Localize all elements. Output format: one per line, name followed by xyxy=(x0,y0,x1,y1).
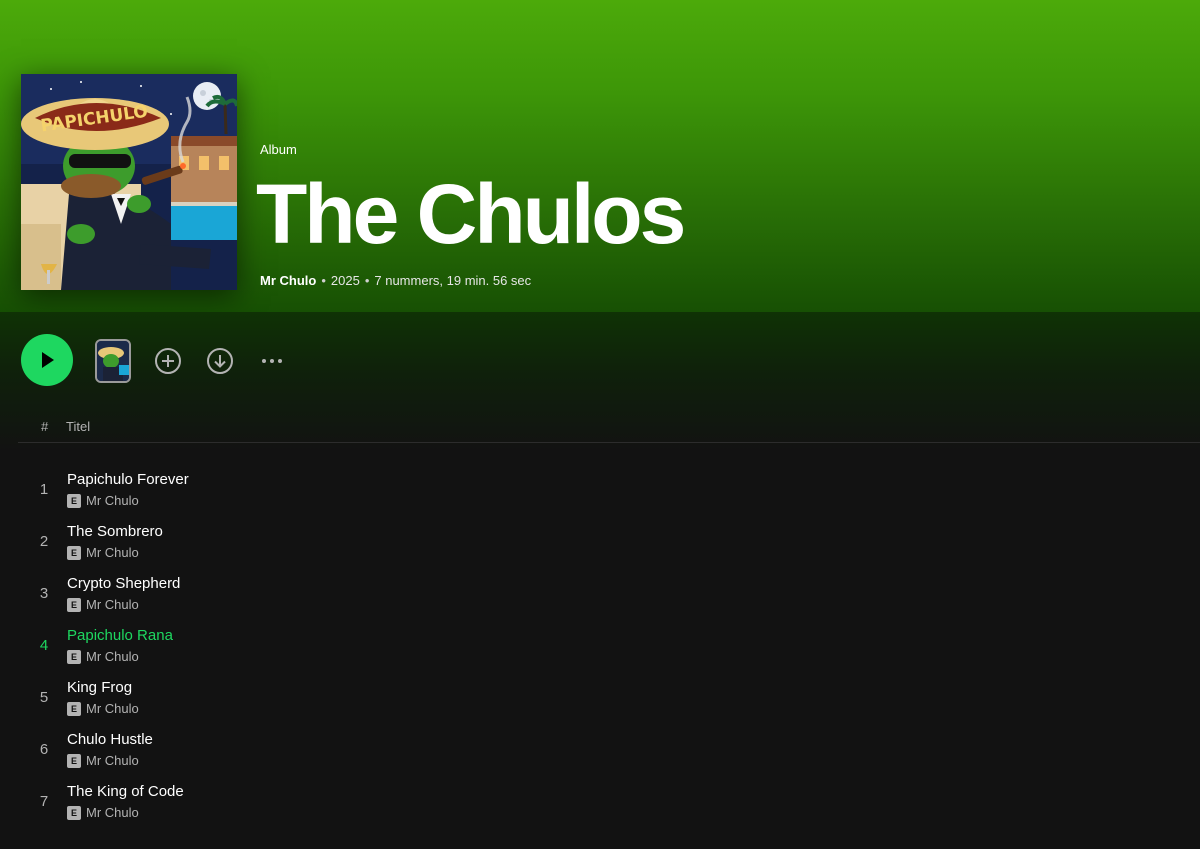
explicit-badge: E xyxy=(67,649,81,664)
album-preview-thumbnail[interactable] xyxy=(95,339,131,383)
track-number: 7 xyxy=(39,793,49,810)
track-title[interactable]: Papichulo Rana xyxy=(67,627,173,644)
explicit-badge: E xyxy=(67,597,81,612)
track-row-playing[interactable]: 4 Papichulo Rana E Mr Chulo xyxy=(18,618,1200,670)
track-row[interactable]: 1 Papichulo Forever E Mr Chulo xyxy=(18,462,1200,514)
album-stats: 7 nummers, 19 min. 56 sec xyxy=(374,273,532,288)
track-artist[interactable]: Mr Chulo xyxy=(86,753,139,768)
track-number: 4 xyxy=(39,637,49,654)
track-number: 5 xyxy=(39,689,49,706)
add-to-library-button[interactable] xyxy=(153,346,183,376)
download-icon xyxy=(207,348,233,374)
album-year: 2025 xyxy=(330,273,360,288)
track-subtitle: E Mr Chulo xyxy=(67,545,139,560)
track-number: 1 xyxy=(39,481,49,498)
album-type-label: Album xyxy=(260,142,297,157)
column-number: # xyxy=(41,419,49,434)
track-title[interactable]: King Frog xyxy=(67,679,132,696)
play-icon xyxy=(42,352,54,368)
meta-separator: • xyxy=(321,273,326,288)
explicit-badge: E xyxy=(67,805,81,820)
track-number: 6 xyxy=(39,741,49,758)
explicit-badge: E xyxy=(67,493,81,508)
plus-circle-icon xyxy=(155,348,181,374)
artist-link[interactable]: Mr Chulo xyxy=(260,273,316,288)
track-title[interactable]: The Sombrero xyxy=(67,523,163,540)
track-row[interactable]: 7 The King of Code E Mr Chulo xyxy=(18,774,1200,826)
track-row[interactable]: 6 Chulo Hustle E Mr Chulo xyxy=(18,722,1200,774)
track-title[interactable]: Papichulo Forever xyxy=(67,471,189,488)
tracklist-header: # Titel xyxy=(18,417,1200,443)
track-row[interactable]: 3 Crypto Shepherd E Mr Chulo xyxy=(18,566,1200,618)
track-title[interactable]: Crypto Shepherd xyxy=(67,575,180,592)
track-artist[interactable]: Mr Chulo xyxy=(86,805,139,820)
track-number: 2 xyxy=(39,533,49,550)
track-number: 3 xyxy=(39,585,49,602)
track-subtitle: E Mr Chulo xyxy=(67,597,139,612)
track-subtitle: E Mr Chulo xyxy=(67,805,139,820)
track-artist[interactable]: Mr Chulo xyxy=(86,649,139,664)
track-subtitle: E Mr Chulo xyxy=(67,753,139,768)
meta-separator: • xyxy=(364,273,370,288)
play-button[interactable] xyxy=(21,334,73,386)
track-title[interactable]: The King of Code xyxy=(67,783,184,800)
track-artist[interactable]: Mr Chulo xyxy=(86,493,139,508)
track-subtitle: E Mr Chulo xyxy=(67,649,139,664)
track-artist[interactable]: Mr Chulo xyxy=(86,597,139,612)
column-title[interactable]: Titel xyxy=(66,419,90,434)
track-artist[interactable]: Mr Chulo xyxy=(86,545,139,560)
album-cover: PAPICHULO xyxy=(21,74,237,290)
track-row[interactable]: 2 The Sombrero E Mr Chulo xyxy=(18,514,1200,566)
album-title: The Chulos xyxy=(256,167,686,261)
track-row[interactable]: 5 King Frog E Mr Chulo xyxy=(18,670,1200,722)
more-horizontal-icon xyxy=(262,359,282,363)
more-options-button[interactable] xyxy=(257,346,287,376)
album-meta: Mr Chulo • 2025 • 7 nummers, 19 min. 56 sec xyxy=(260,273,531,288)
track-subtitle: E Mr Chulo xyxy=(67,493,139,508)
track-artist[interactable]: Mr Chulo xyxy=(86,701,139,716)
explicit-badge: E xyxy=(67,545,81,560)
track-title[interactable]: Chulo Hustle xyxy=(67,731,153,748)
track-subtitle: E Mr Chulo xyxy=(67,701,139,716)
download-button[interactable] xyxy=(205,346,235,376)
explicit-badge: E xyxy=(67,753,81,768)
explicit-badge: E xyxy=(67,701,81,716)
